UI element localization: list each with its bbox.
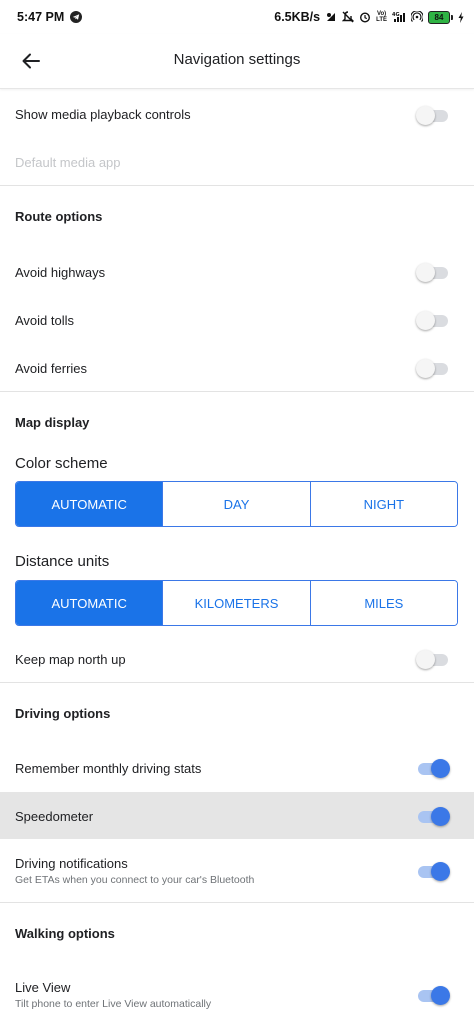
keep-north-up-row[interactable]: Keep map north up — [0, 641, 474, 677]
color-scheme-option-night[interactable]: NIGHT — [309, 482, 457, 526]
monthly-driving-stats-toggle[interactable] — [416, 758, 450, 778]
telegram-icon — [70, 11, 83, 23]
monthly-driving-stats-row[interactable]: Remember monthly driving stats — [0, 750, 474, 786]
divider — [0, 185, 474, 186]
show-media-controls-label: Show media playback controls — [15, 107, 191, 122]
distance-units-label: Distance units — [15, 553, 110, 570]
driving-notifications-row[interactable]: Driving notifications Get ETAs when you … — [0, 850, 474, 892]
divider — [0, 391, 474, 392]
avoid-tolls-toggle[interactable] — [416, 310, 450, 330]
alarm-icon — [359, 11, 371, 23]
avoid-ferries-toggle[interactable] — [416, 358, 450, 378]
status-time: 5:47 PM — [17, 10, 65, 24]
net-speed: 6.5KB/s — [274, 10, 321, 24]
color-scheme-selector: AUTOMATIC DAY NIGHT — [15, 481, 458, 527]
battery-icon: 84 — [428, 10, 453, 24]
page-title: Navigation settings — [173, 51, 301, 68]
distance-units-option-miles[interactable]: MILES — [309, 581, 457, 625]
divider — [0, 902, 474, 903]
color-scheme-option-day[interactable]: DAY — [162, 482, 310, 526]
mute-icon — [342, 11, 355, 23]
default-media-app-label: Default media app — [15, 155, 121, 170]
live-view-subtitle: Tilt phone to enter Live View automatica… — [15, 998, 212, 1010]
data-saver-icon — [325, 11, 337, 23]
status-bar: 5:47 PM 6.5KB/s Vo) LTE 4G 84 — [0, 0, 474, 34]
hotspot-icon — [411, 11, 423, 23]
volte-indicator: Vo) LTE — [376, 11, 387, 23]
live-view-toggle[interactable] — [416, 985, 450, 1005]
speedometer-toggle[interactable] — [416, 806, 450, 826]
color-scheme-label: Color scheme — [15, 455, 108, 472]
avoid-highways-row[interactable]: Avoid highways — [0, 254, 474, 290]
distance-units-option-automatic[interactable]: AUTOMATIC — [16, 581, 163, 625]
distance-units-selector: AUTOMATIC KILOMETERS MILES — [15, 580, 458, 626]
driving-notifications-subtitle: Get ETAs when you connect to your car's … — [15, 874, 255, 886]
avoid-highways-label: Avoid highways — [15, 265, 106, 280]
keep-north-up-toggle[interactable] — [416, 649, 450, 669]
app-bar: Navigation settings — [0, 34, 474, 89]
signal-icon: 4G — [392, 11, 406, 23]
monthly-driving-stats-label: Remember monthly driving stats — [15, 761, 202, 776]
show-media-controls-toggle[interactable] — [416, 105, 450, 125]
show-media-controls-row[interactable]: Show media playback controls — [0, 96, 474, 136]
keep-north-up-label: Keep map north up — [15, 652, 126, 667]
avoid-tolls-row[interactable]: Avoid tolls — [0, 302, 474, 338]
divider — [0, 682, 474, 683]
speedometer-label: Speedometer — [15, 809, 94, 824]
avoid-ferries-row[interactable]: Avoid ferries — [0, 350, 474, 386]
color-scheme-option-automatic[interactable]: AUTOMATIC — [16, 482, 163, 526]
default-media-app-row: Default media app — [0, 146, 474, 182]
walking-options-heading: Walking options — [15, 926, 115, 941]
driving-notifications-toggle[interactable] — [416, 861, 450, 881]
live-view-label: Live View — [15, 980, 71, 995]
avoid-ferries-label: Avoid ferries — [15, 361, 88, 376]
route-options-heading: Route options — [15, 209, 103, 224]
avoid-tolls-label: Avoid tolls — [15, 313, 75, 328]
driving-notifications-label: Driving notifications — [15, 856, 128, 871]
speedometer-row[interactable]: Speedometer — [0, 792, 474, 839]
distance-units-option-kilometers[interactable]: KILOMETERS — [162, 581, 310, 625]
map-display-heading: Map display — [15, 415, 90, 430]
charging-icon — [458, 11, 464, 23]
live-view-row[interactable]: Live View Tilt phone to enter Live View … — [0, 974, 474, 1016]
avoid-highways-toggle[interactable] — [416, 262, 450, 282]
driving-options-heading: Driving options — [15, 706, 111, 721]
